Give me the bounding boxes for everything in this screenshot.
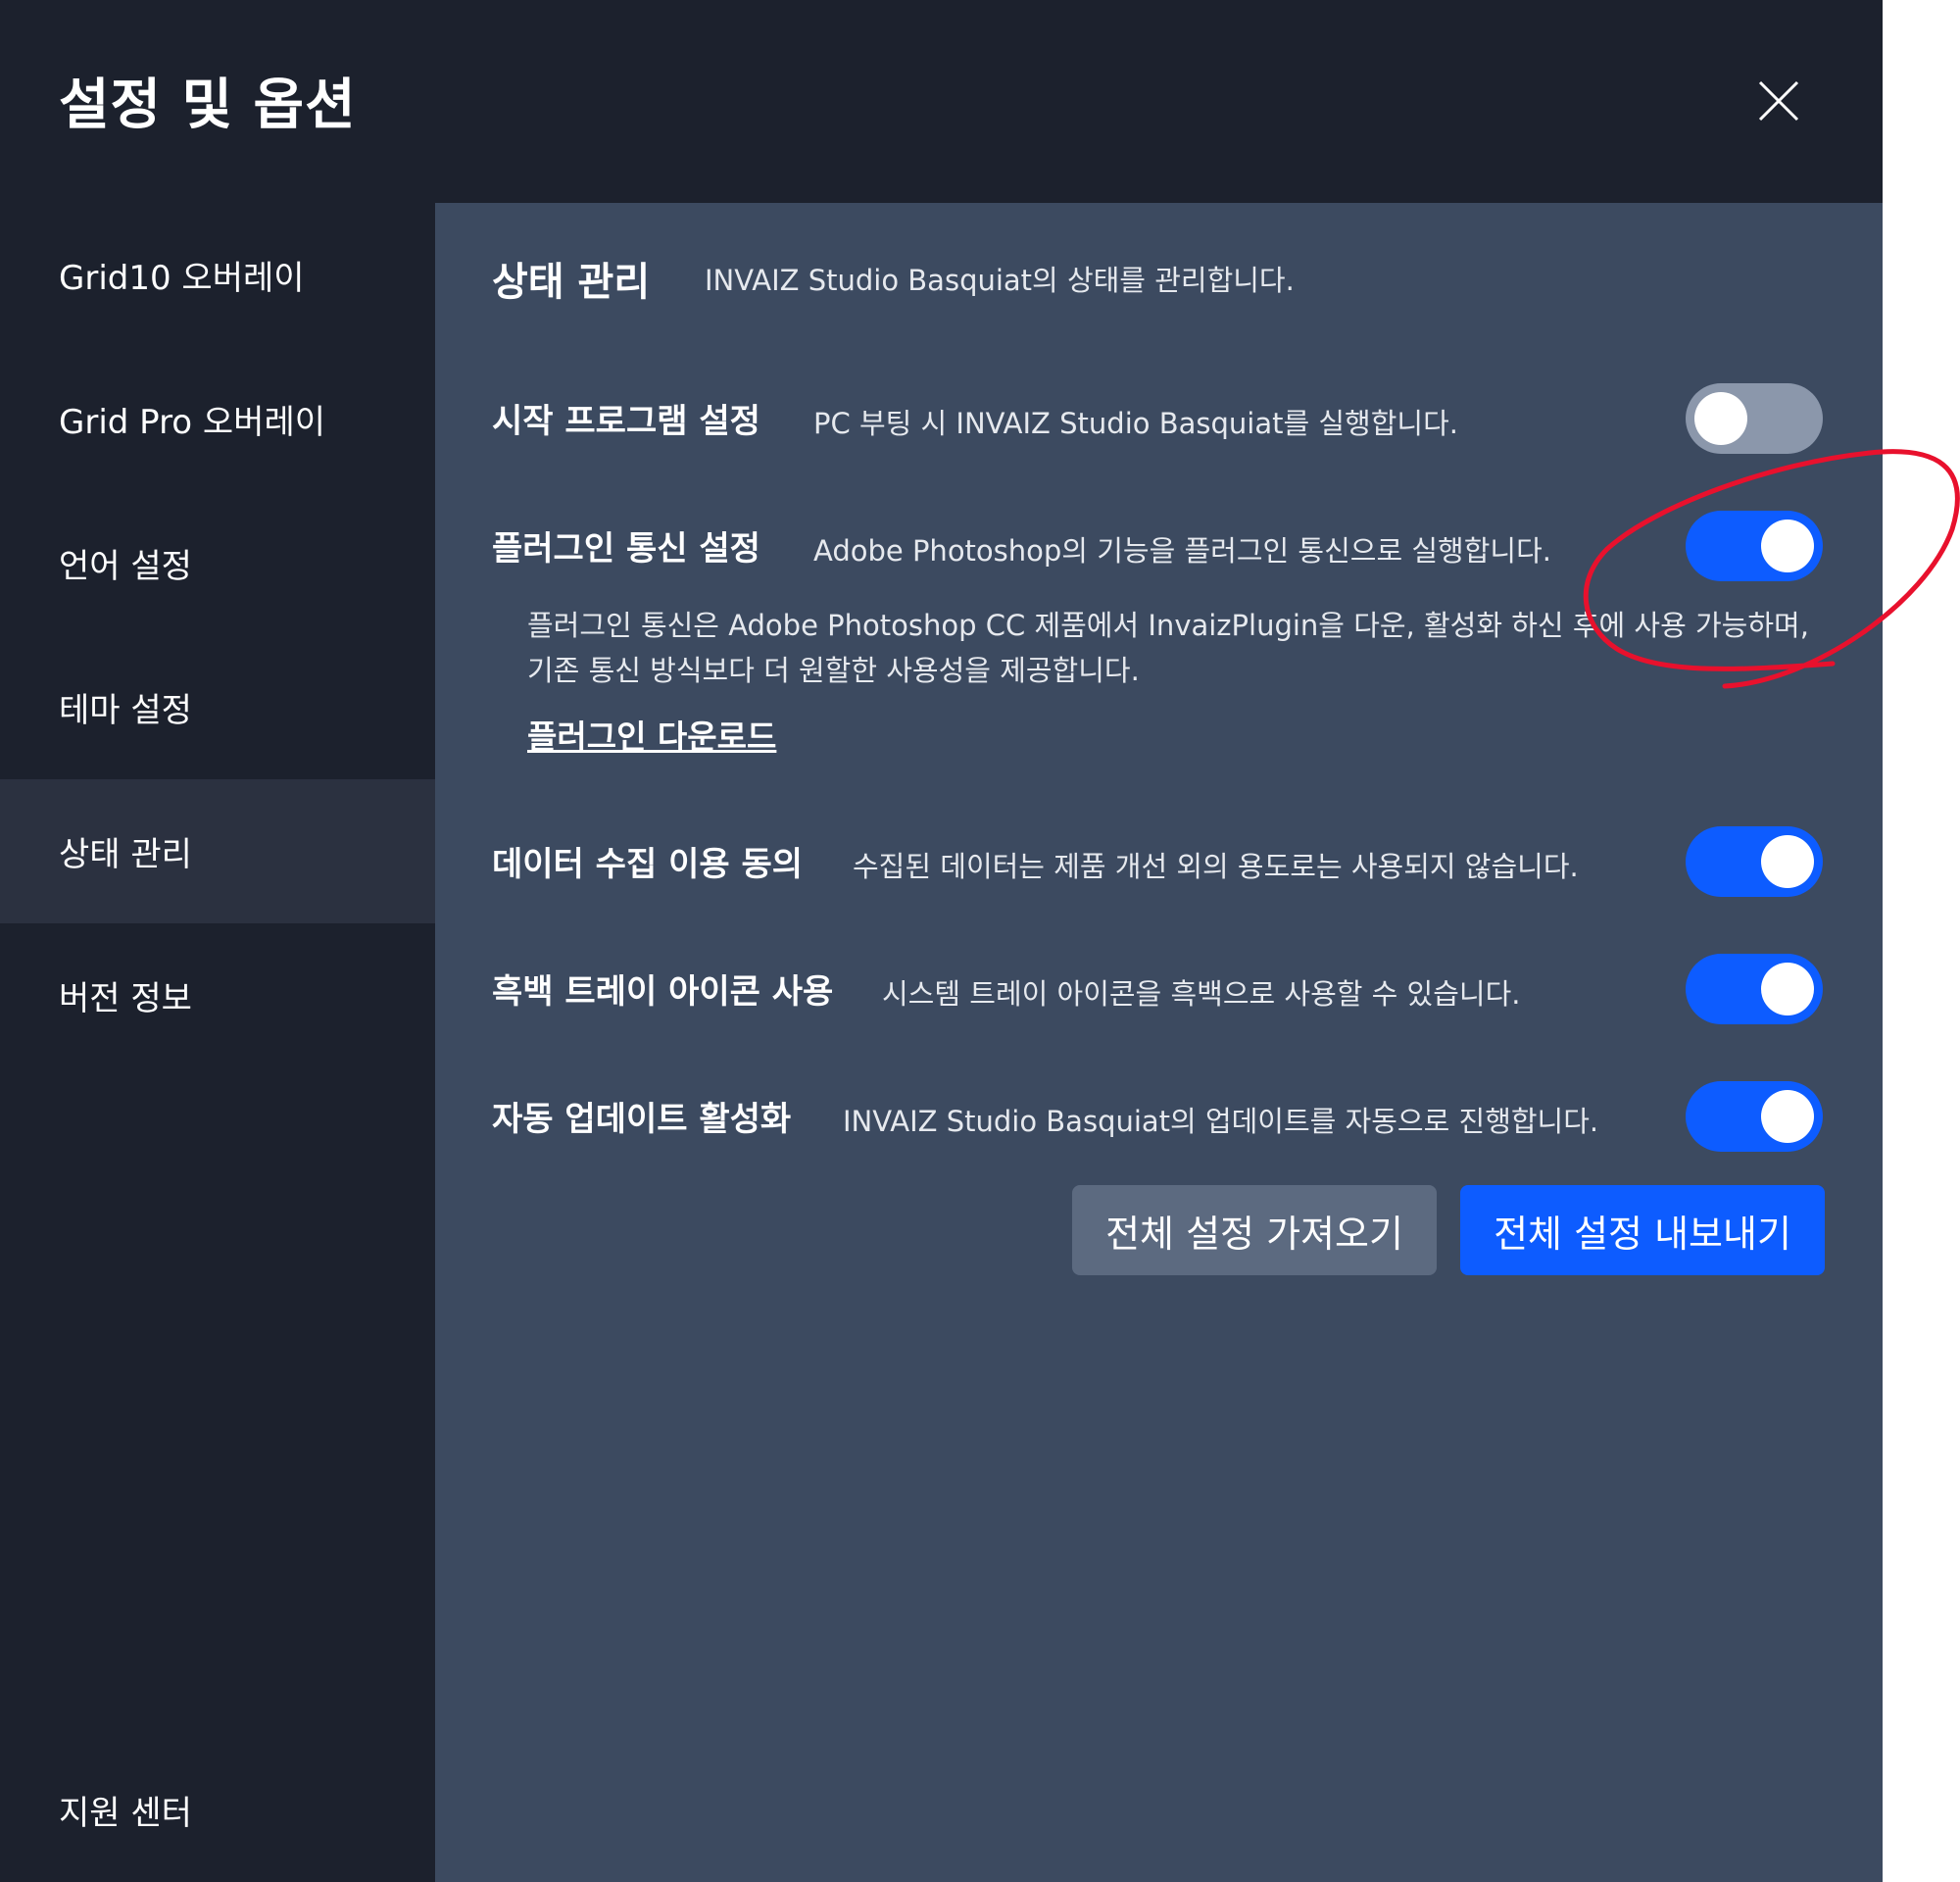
plugin-note: 플러그인 통신은 Adobe Photoshop CC 제품에서 InvaizP… <box>527 609 1809 687</box>
section-title: 상태 관리 <box>492 260 651 305</box>
toggle-knob <box>1761 520 1814 572</box>
sidebar-item-label: 테마 설정 <box>59 691 192 730</box>
sidebar-item-grid-pro-overlay[interactable]: Grid Pro 오버레이 <box>0 347 435 491</box>
dialog-title: 설정 및 옵션 <box>59 74 357 137</box>
close-icon <box>1758 80 1799 122</box>
sidebar-item-label: 버전 정보 <box>59 979 192 1018</box>
content-panel: 상태 관리 INVAIZ Studio Basquiat의 상태를 관리합니다.… <box>435 203 1883 1882</box>
setting-label-mono-tray-icon: 흑백 트레이 아이콘 사용 <box>492 972 834 1012</box>
sidebar-item-version[interactable]: 버전 정보 <box>0 923 435 1067</box>
dialog-header: 설정 및 옵션 <box>0 0 1883 203</box>
toggle-startup[interactable] <box>1686 383 1823 454</box>
setting-label-data-collection: 데이터 수집 이용 동의 <box>492 845 804 884</box>
toggle-mono-tray-icon[interactable] <box>1686 954 1823 1024</box>
toggle-plugin-communication[interactable] <box>1686 511 1823 581</box>
setting-label-auto-update: 자동 업데이트 활성화 <box>492 1100 792 1139</box>
sidebar-item-support-center[interactable]: 지원 센터 <box>0 1738 435 1882</box>
setting-description-startup: PC 부팅 시 INVAIZ Studio Basquiat를 실행합니다. <box>813 407 1459 440</box>
setting-label-startup: 시작 프로그램 설정 <box>492 402 760 441</box>
setting-label-plugin-communication: 플러그인 통신 설정 <box>492 529 760 569</box>
plugin-download-link[interactable]: 플러그인 다운로드 <box>527 711 776 758</box>
toggle-knob <box>1761 1090 1814 1143</box>
toggle-knob <box>1761 963 1814 1015</box>
toggle-knob <box>1694 392 1747 445</box>
export-settings-button[interactable]: 전체 설정 내보내기 <box>1460 1185 1825 1275</box>
sidebar-item-label: Grid Pro 오버레이 <box>59 403 326 442</box>
close-button[interactable] <box>1756 78 1801 124</box>
sidebar-item-label: Grid10 오버레이 <box>59 259 305 298</box>
toggle-knob <box>1761 835 1814 888</box>
sidebar-item-theme[interactable]: 테마 설정 <box>0 635 435 779</box>
toggle-auto-update[interactable] <box>1686 1081 1823 1152</box>
setting-description-auto-update: INVAIZ Studio Basquiat의 업데이트를 자동으로 진행합니다… <box>843 1105 1599 1138</box>
sidebar-item-language[interactable]: 언어 설정 <box>0 491 435 635</box>
setting-description-mono-tray-icon: 시스템 트레이 아이콘을 흑백으로 사용할 수 있습니다. <box>882 977 1521 1011</box>
sidebar: Grid10 오버레이 Grid Pro 오버레이 언어 설정 테마 설정 상태… <box>0 203 435 1882</box>
sidebar-item-grid10-overlay[interactable]: Grid10 오버레이 <box>0 203 435 347</box>
sidebar-item-label: 지원 센터 <box>59 1794 192 1833</box>
toggle-data-collection[interactable] <box>1686 826 1823 897</box>
import-settings-button[interactable]: 전체 설정 가져오기 <box>1072 1185 1437 1275</box>
setting-description-data-collection: 수집된 데이터는 제품 개선 외의 용도로는 사용되지 않습니다. <box>853 850 1579 883</box>
sidebar-item-label: 상태 관리 <box>59 835 192 874</box>
section-description: INVAIZ Studio Basquiat의 상태를 관리합니다. <box>705 264 1295 297</box>
settings-dialog: 설정 및 옵션 Grid10 오버레이 Grid Pro 오버레이 언어 설정 … <box>0 0 1883 1882</box>
setting-description-plugin-communication: Adobe Photoshop의 기능을 플러그인 통신으로 실행합니다. <box>813 534 1551 568</box>
sidebar-item-status[interactable]: 상태 관리 <box>0 779 435 923</box>
sidebar-item-label: 언어 설정 <box>59 547 192 586</box>
